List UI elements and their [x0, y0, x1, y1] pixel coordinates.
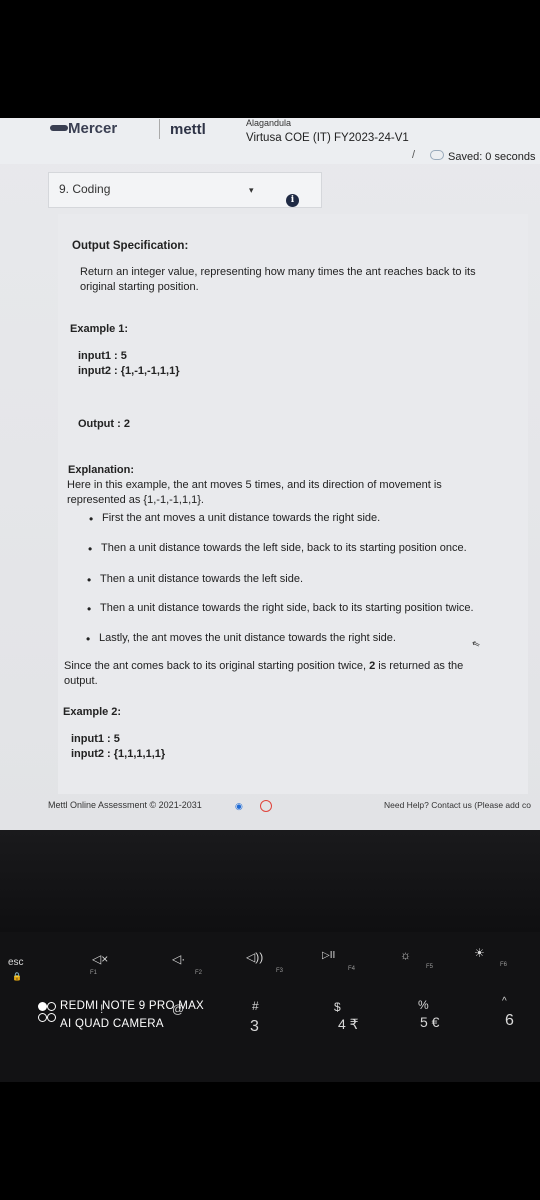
output-spec-line1: Return an integer value, representing ho…: [80, 266, 476, 278]
camera-watermark-line2: AI QUAD CAMERA: [60, 1018, 164, 1030]
brand-mettl: mettl: [170, 121, 206, 138]
example1-heading: Example 1:: [70, 323, 129, 335]
key-percent: %: [418, 998, 429, 1012]
question-selector[interactable]: 9. Coding ▾: [48, 172, 322, 208]
footer-copyright: Mettl Online Assessment © 2021-2031: [48, 800, 202, 810]
conclusion-line2: output.: [64, 675, 98, 687]
key-f3: F3: [276, 968, 284, 974]
example1-input2: input2 : {1,-1,-1,1,1}: [78, 365, 180, 377]
header-bar: Mercer mettl Alagandula Virtusa COE (IT)…: [0, 118, 540, 164]
chevron-down-icon[interactable]: ▾: [249, 185, 254, 196]
volume-down-icon: ◁·: [172, 952, 186, 966]
key-dollar: $: [334, 1000, 341, 1014]
example1-output: Output : 2: [78, 418, 130, 430]
example1-input1: input1 : 5: [78, 350, 127, 362]
key-3: 3: [250, 1018, 259, 1035]
output-spec-heading: Output Specification:: [72, 240, 189, 252]
play-pause-icon: ▷II: [322, 950, 336, 961]
saved-status: Saved: 0 seconds: [430, 150, 535, 163]
question-panel: Output Specification: Return an integer …: [58, 214, 528, 794]
explanation-line2: represented as {1,-1,-1,1,1}.: [67, 494, 204, 506]
camera-watermark-line1: REDMI NOTE 9 PRO MAX: [60, 1000, 205, 1012]
key-f4: F4: [348, 966, 356, 972]
bullet-item: Then a unit distance towards the left si…: [88, 542, 467, 556]
bullet-item: Then a unit distance towards the left si…: [87, 573, 303, 587]
example2-input1: input1 : 5: [71, 733, 120, 745]
key-f2: F2: [195, 970, 203, 976]
brand-mercer: Mercer: [68, 120, 118, 137]
breadcrumb-separator: /: [412, 149, 416, 161]
saved-text: Saved: 0 seconds: [448, 151, 536, 163]
key-esc: esc: [8, 957, 24, 968]
bullet-item: First the ant moves a unit distance towa…: [89, 512, 380, 526]
key-f1: F1: [90, 970, 98, 976]
mute-icon: ◁×: [92, 952, 109, 966]
mercer-logo-icon: [50, 125, 68, 131]
key-5: 5 €: [420, 1014, 440, 1030]
key-6: 6: [505, 1012, 514, 1029]
example2-heading: Example 2:: [63, 706, 122, 718]
key-4: 4 ₹: [338, 1016, 359, 1032]
photo-frame: Mercer mettl Alagandula Virtusa COE (IT)…: [0, 0, 540, 1200]
example2-input2: input2 : {1,1,1,1,1}: [71, 748, 166, 760]
bottom-letterbox: [0, 1082, 540, 1200]
conclusion-pre: Since the ant comes back to its original…: [64, 660, 370, 672]
bullet-item: Then a unit distance towards the right s…: [87, 602, 474, 616]
test-name: Virtusa COE (IT) FY2023-24-V1: [246, 132, 409, 144]
camera-watermark-icon: [38, 1002, 56, 1028]
volume-up-icon: ◁)): [246, 950, 264, 964]
brand-divider: [159, 119, 160, 139]
key-caret: ^: [502, 996, 507, 1007]
key-f5: F5: [426, 964, 434, 970]
info-icon[interactable]: i: [286, 194, 299, 207]
laptop-bezel: [0, 830, 540, 940]
help-link[interactable]: Need Help? Contact us (Please add co: [384, 800, 531, 810]
question-label: 9. Coding: [59, 182, 111, 196]
cloud-icon: [430, 150, 444, 160]
laptop-screen: Mercer mettl Alagandula Virtusa COE (IT)…: [0, 118, 540, 830]
output-spec-line2: original starting position.: [80, 281, 199, 293]
network-status-icon: [260, 800, 272, 812]
user-name: Alagandula: [246, 118, 292, 128]
key-f6: F6: [500, 962, 508, 968]
explanation-heading: Explanation:: [68, 464, 135, 476]
conclusion-line1: Since the ant comes back to its original…: [64, 660, 463, 672]
brightness-up-icon: ☀: [474, 946, 485, 960]
lock-icon: 🔒: [12, 972, 22, 981]
brightness-down-icon: ☼: [400, 948, 411, 962]
key-hash: #: [252, 999, 259, 1013]
explanation-line1: Here in this example, the ant moves 5 ti…: [67, 479, 442, 491]
conclusion-post: is returned as the: [375, 660, 464, 672]
wifi-icon: ◉: [235, 801, 243, 811]
bullet-item: Lastly, the ant moves the unit distance …: [86, 632, 396, 646]
